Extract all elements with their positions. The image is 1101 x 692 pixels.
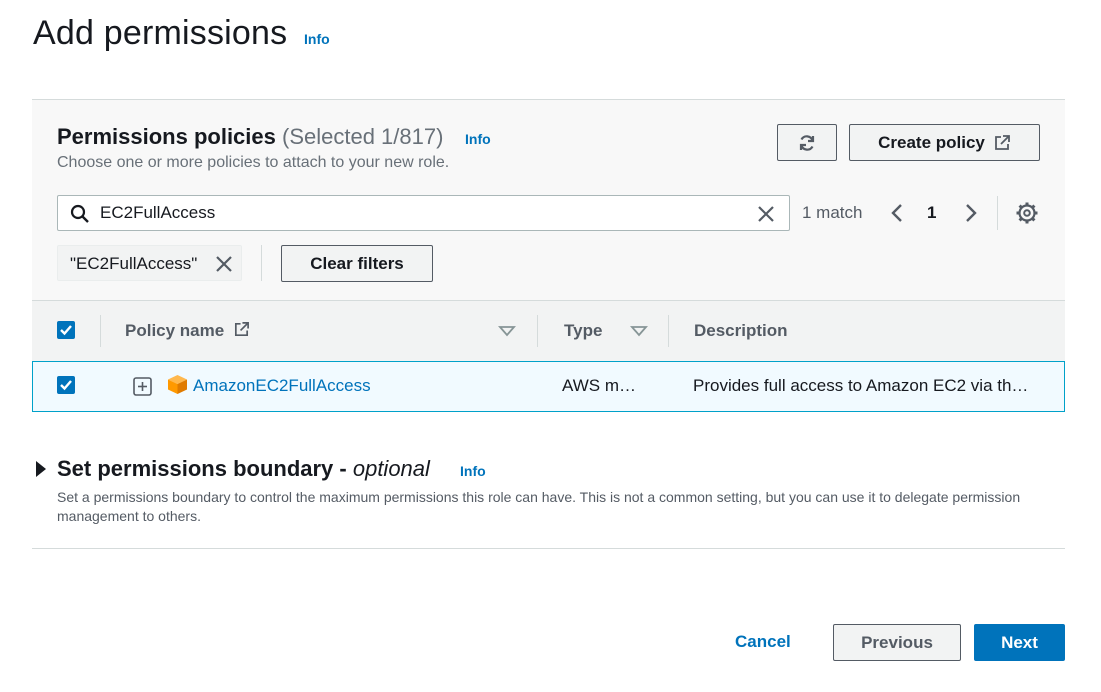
aws-managed-policy-icon bbox=[168, 375, 187, 394]
search-icon bbox=[70, 204, 89, 223]
selected-count: (Selected 1/817) bbox=[282, 124, 444, 149]
gear-icon[interactable] bbox=[1015, 201, 1039, 225]
search-input[interactable] bbox=[100, 200, 740, 226]
sort-caret-icon[interactable] bbox=[498, 325, 516, 337]
column-header-policy-name-label: Policy name bbox=[125, 321, 225, 340]
permissions-boundary-title: Set permissions boundary - bbox=[57, 456, 353, 481]
filter-divider bbox=[261, 245, 262, 281]
checkmark-icon bbox=[60, 325, 72, 336]
policy-description-cell: Provides full access to Amazon EC2 via t… bbox=[693, 376, 1029, 395]
cancel-button[interactable]: Cancel bbox=[735, 632, 791, 652]
next-button[interactable]: Next bbox=[974, 624, 1065, 661]
clear-filters-button[interactable]: Clear filters bbox=[281, 245, 433, 282]
boundary-info-link[interactable]: Info bbox=[460, 463, 486, 479]
page-info-link[interactable]: Info bbox=[304, 31, 330, 47]
select-all-checkbox[interactable] bbox=[57, 321, 75, 339]
create-policy-button[interactable]: Create policy bbox=[849, 124, 1040, 161]
divider bbox=[32, 548, 1065, 549]
column-separator bbox=[668, 315, 669, 347]
match-count: 1 match bbox=[802, 203, 863, 222]
policy-name-link[interactable]: AmazonEC2FullAccess bbox=[193, 376, 371, 396]
expand-plus-icon[interactable] bbox=[133, 377, 152, 396]
previous-button[interactable]: Previous bbox=[833, 624, 961, 661]
refresh-button[interactable] bbox=[777, 124, 837, 161]
column-header-description: Description bbox=[694, 321, 788, 340]
column-header-policy-name[interactable]: Policy name bbox=[125, 321, 250, 341]
permissions-boundary-description: Set a permissions boundary to control th… bbox=[57, 489, 1021, 524]
column-header-type[interactable]: Type bbox=[564, 321, 602, 341]
filter-token-label: "EC2FullAccess" bbox=[70, 254, 198, 273]
permissions-boundary-heading[interactable]: Set permissions boundary - optional bbox=[57, 456, 430, 482]
policies-info-link[interactable]: Info bbox=[465, 131, 491, 147]
remove-filter-icon[interactable] bbox=[213, 253, 235, 275]
filter-token: "EC2FullAccess" bbox=[57, 245, 242, 281]
current-page-number[interactable]: 1 bbox=[927, 203, 936, 223]
next-page-icon[interactable] bbox=[960, 201, 982, 225]
external-link-icon bbox=[234, 322, 249, 337]
pager-divider bbox=[997, 196, 998, 230]
clear-search-icon[interactable] bbox=[755, 203, 777, 225]
sort-caret-icon[interactable] bbox=[630, 325, 648, 337]
external-link-icon bbox=[994, 134, 1010, 150]
refresh-icon bbox=[799, 134, 815, 151]
page-title: Add permissions bbox=[33, 14, 288, 52]
policies-description: Choose one or more policies to attach to… bbox=[57, 154, 450, 171]
expand-caret-icon[interactable] bbox=[35, 460, 47, 478]
checkmark-icon bbox=[60, 380, 72, 391]
previous-page-icon[interactable] bbox=[886, 201, 908, 225]
row-checkbox[interactable] bbox=[57, 376, 75, 394]
column-separator bbox=[100, 315, 101, 347]
column-separator bbox=[537, 315, 538, 347]
permissions-policies-title: Permissions policies bbox=[57, 124, 276, 149]
permissions-policies-heading: Permissions policies (Selected 1/817) bbox=[57, 124, 443, 150]
optional-label: optional bbox=[352, 456, 430, 481]
search-field[interactable] bbox=[57, 195, 790, 231]
create-policy-label: Create policy bbox=[878, 132, 985, 152]
policy-type-cell: AWS m… bbox=[562, 376, 636, 395]
